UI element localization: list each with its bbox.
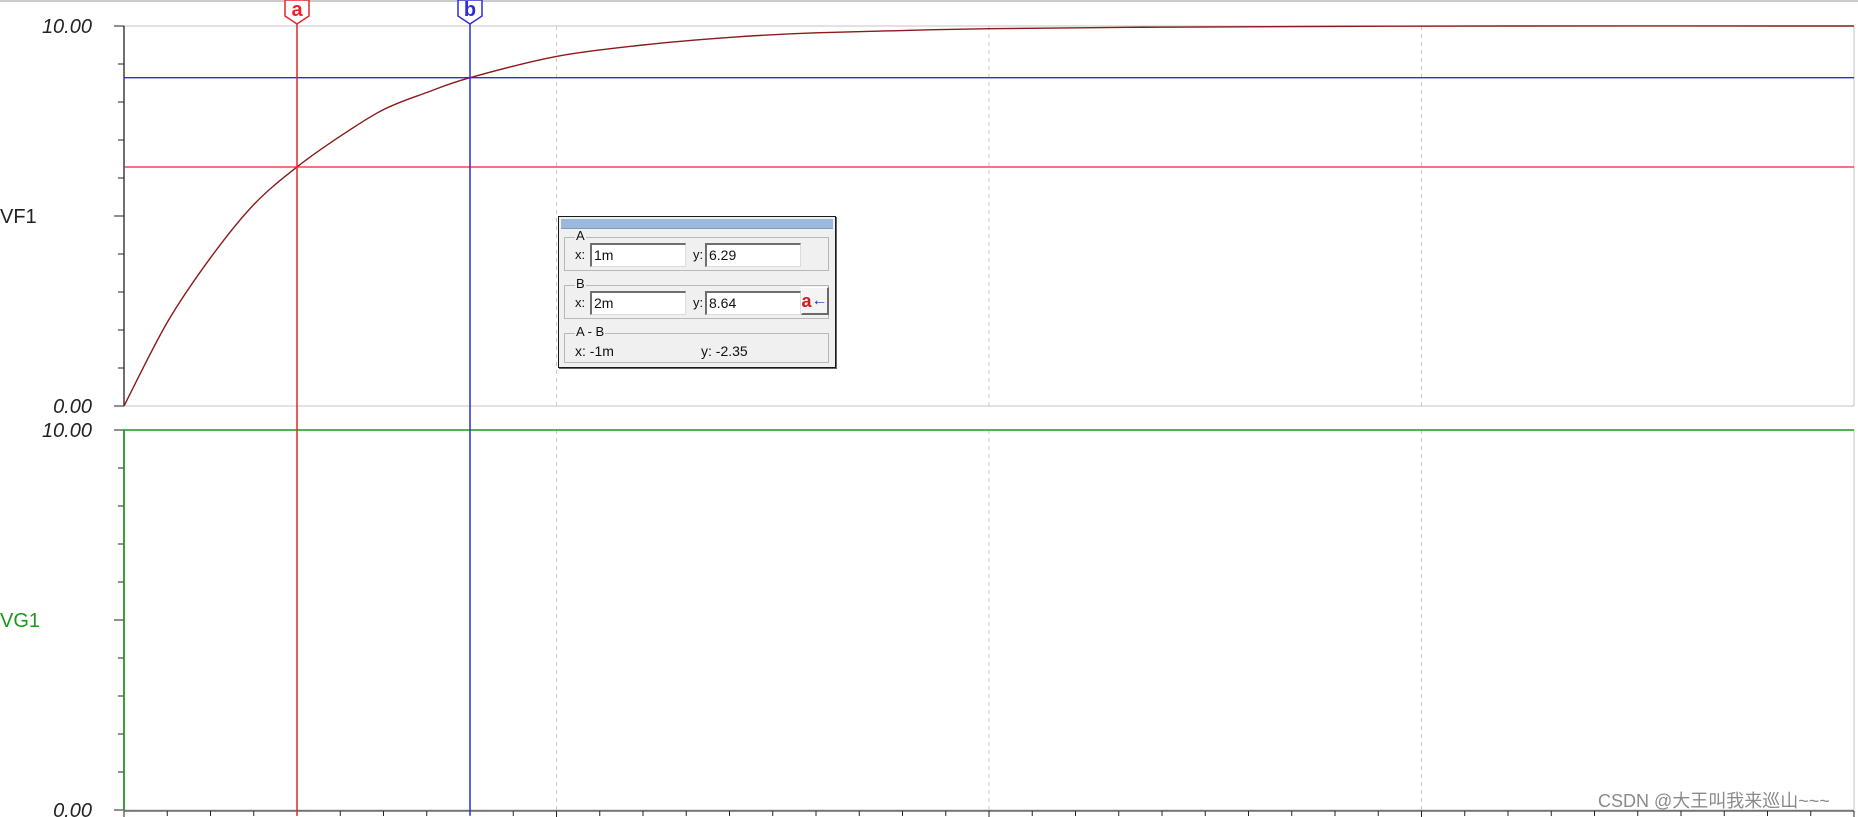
cursor-b-x-tag: x:: [575, 295, 586, 310]
cursor-a-legend: A: [575, 228, 586, 243]
cursor-b-y-field[interactable]: 8.64: [705, 291, 801, 315]
cursor-a-label: a: [291, 0, 303, 21]
cursor-a-group: A x: 1m y: 6.29: [564, 229, 829, 271]
panel-2-ytick-label-top: 10.00: [42, 420, 92, 442]
cursor-diff-y-value: y: -2.35: [701, 343, 748, 359]
cursor-diff-x-value: x: -1m: [575, 343, 614, 359]
transient-plot: 10.000.00VF110.000.00VG1a b: [0, 0, 1858, 817]
cursor-diff-group: A - B x: -1m y: -2.35: [564, 325, 829, 363]
cursor-a-y-tag: y:: [693, 247, 704, 262]
waveform-viewer: 10.00 0.00 VF1 10.00 0.00 VG1 a b A x: 1m y: 6.…: [0, 0, 1858, 817]
swap-cursor-icon: a: [801, 290, 812, 311]
cursor-readout-dialog[interactable]: A x: 1m y: 6.29 B x: 2m y: 8.64 a ← A - B…: [558, 216, 836, 368]
cursor-b-group: B x: 2m y: 8.64: [564, 277, 829, 319]
cursor-b-label: b: [464, 0, 476, 21]
arrow-left-icon: ←: [811, 291, 828, 309]
cursor-b-legend: B: [575, 276, 586, 291]
cursor-a-x-tag: x:: [575, 247, 586, 262]
watermark: CSDN @大王叫我来巡山~~~: [1598, 791, 1830, 811]
swap-cursor-button[interactable]: a ←: [801, 287, 829, 315]
dialog-titlebar[interactable]: [561, 219, 833, 229]
cursor-b-x-field[interactable]: 2m: [590, 291, 686, 315]
cursor-diff-legend: A - B: [575, 324, 606, 339]
cursor-b-y-tag: y:: [693, 295, 704, 310]
cursor-a-y-field[interactable]: 6.29: [705, 243, 801, 267]
panel-2-ytick-label-bottom: 0.00: [53, 800, 92, 817]
panel-2-trace-name: VG1: [0, 610, 40, 632]
panel-1-ytick-label-top: 10.00: [42, 16, 92, 38]
cursor-a-x-field[interactable]: 1m: [590, 243, 686, 267]
panel-1-ytick-label-bottom: 0.00: [53, 396, 92, 418]
panel-1-trace-name: VF1: [0, 206, 37, 228]
